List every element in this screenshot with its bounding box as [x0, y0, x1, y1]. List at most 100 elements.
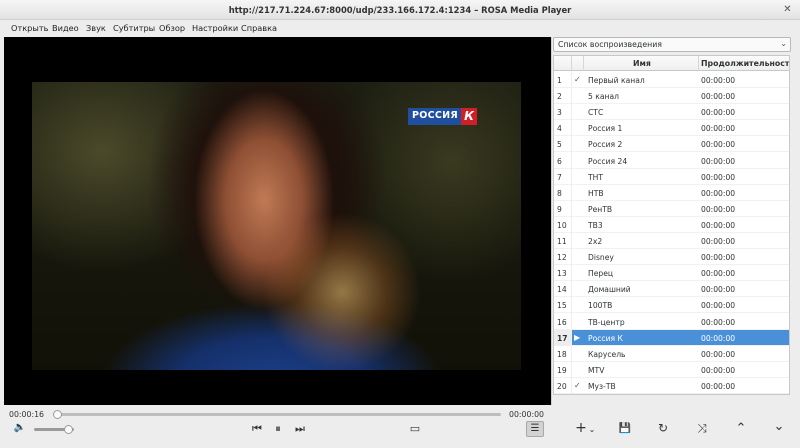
seek-slider[interactable] — [53, 410, 501, 419]
menu-audio[interactable]: Звук — [86, 23, 106, 33]
move-up-icon[interactable]: ⌃ — [734, 422, 748, 436]
playlist-row[interactable]: 3 СТС 00:00:00 — [554, 104, 789, 121]
row-number: 16 — [557, 317, 567, 327]
close-icon[interactable]: ✕ — [781, 3, 794, 16]
playlist-row[interactable]: 11 2x2 00:00:00 — [554, 233, 789, 249]
row-number: 6 — [557, 156, 562, 166]
splitter[interactable] — [551, 37, 552, 405]
playlist-row[interactable]: 16 ТВ-центр 00:00:00 — [554, 314, 789, 330]
menu-open[interactable]: Открыть — [11, 23, 48, 33]
playlist-row[interactable]: 1 ✓ Первый канал 00:00:00 — [554, 72, 789, 88]
row-name: Перец — [588, 269, 614, 279]
row-name: СТС — [588, 108, 604, 118]
menu-video[interactable]: Видео — [52, 23, 79, 33]
menu-settings[interactable]: Настройки — [192, 23, 238, 33]
add-menu-chevron-icon[interactable]: ⌄ — [588, 423, 596, 437]
chevron-down-icon: ⌄ — [780, 39, 787, 48]
media-player-window: http://217.71.224.67:8000/udp/233.166.17… — [0, 0, 800, 448]
playlist-row[interactable]: 7 ТНТ 00:00:00 — [554, 169, 789, 185]
time-elapsed: 00:00:16 — [9, 410, 45, 419]
row-name: 100ТВ — [588, 301, 613, 311]
row-name: ТНТ — [588, 172, 603, 182]
menu-subtitles[interactable]: Субтитры — [113, 23, 155, 33]
menu-help[interactable]: Справка — [241, 23, 277, 33]
row-duration: 00:00:00 — [701, 301, 736, 311]
row-name: Россия 24 — [588, 156, 628, 166]
row-number: 1 — [557, 76, 562, 85]
channel-logo-text: РОССИЯ — [408, 108, 462, 125]
time-total: 00:00:00 — [509, 410, 545, 419]
row-duration: 00:00:00 — [701, 333, 736, 343]
row-number: 14 — [557, 285, 567, 295]
playlist-header: Имя Продолжительность — [554, 56, 789, 71]
column-name-header[interactable]: Имя — [633, 59, 651, 68]
playlist-row[interactable]: 4 Россия 1 00:00:00 — [554, 120, 789, 137]
row-name: ТВ3 — [588, 220, 603, 230]
row-duration: 00:00:00 — [701, 237, 736, 246]
row-number: 4 — [557, 124, 562, 134]
column-duration-header[interactable]: Продолжительность — [701, 59, 789, 68]
row-name: НТВ — [588, 188, 604, 198]
row-duration: 00:00:00 — [701, 76, 736, 85]
playlist-table: Имя Продолжительность 1 ✓ Первый канал 00:0… — [553, 55, 790, 395]
row-number: 17 — [557, 333, 568, 343]
repeat-icon[interactable]: ↻ — [656, 421, 670, 435]
row-name: 2x2 — [588, 237, 603, 246]
save-playlist-icon[interactable]: 💾 — [618, 422, 632, 436]
playlist-row[interactable]: 8 НТВ 00:00:00 — [554, 185, 789, 201]
playlist-row[interactable]: 14 Домашний 00:00:00 — [554, 281, 789, 298]
volume-slider[interactable] — [34, 425, 74, 434]
row-duration: 00:00:00 — [701, 204, 736, 214]
playlist-selector[interactable]: Список воспроизведения ⌄ — [553, 37, 791, 52]
menu-browse[interactable]: Обзор — [159, 23, 185, 33]
move-down-icon[interactable]: ⌄ — [772, 420, 786, 434]
column-separator — [571, 71, 572, 394]
title-bar: http://217.71.224.67:8000/udp/233.166.17… — [0, 0, 800, 20]
row-name: Домашний — [588, 285, 631, 295]
row-name: 5 канал — [588, 92, 619, 102]
playlist-row[interactable]: 19 MTV 00:00:00 — [554, 362, 789, 378]
fullscreen-icon[interactable]: ▭ — [408, 422, 422, 436]
row-status-icon: ▶ — [574, 332, 581, 342]
playlist-row[interactable]: 17 ▶ Россия К 00:00:00 — [554, 329, 789, 346]
row-duration: 00:00:00 — [701, 108, 736, 118]
row-name: Муз-ТВ — [588, 381, 616, 391]
playlist-toggle-icon[interactable]: ☰ — [526, 421, 544, 437]
row-name: ТВ-центр — [588, 317, 625, 327]
row-number: 7 — [557, 172, 562, 182]
playlist-row[interactable]: 2 5 канал 00:00:00 — [554, 88, 789, 105]
playlist-row[interactable]: 9 РенТВ 00:00:00 — [554, 201, 789, 217]
add-icon[interactable]: + — [575, 421, 587, 435]
seek-handle[interactable] — [53, 410, 62, 419]
row-number: 5 — [557, 140, 562, 150]
playlist-row[interactable]: 18 Карусель 00:00:00 — [554, 346, 789, 362]
row-duration: 00:00:00 — [701, 172, 736, 182]
volume-icon[interactable]: 🔈 — [13, 421, 27, 435]
video-area[interactable]: РОССИЯ К — [4, 37, 551, 405]
row-name: Карусель — [588, 349, 626, 359]
row-duration: 00:00:00 — [701, 317, 736, 327]
row-duration: 00:00:00 — [701, 188, 736, 198]
row-name: Disney — [588, 253, 614, 263]
playlist-row[interactable]: 13 Перец 00:00:00 — [554, 265, 789, 282]
channel-logo: РОССИЯ К — [408, 108, 478, 125]
header-separator — [698, 56, 699, 71]
header-separator — [583, 56, 584, 71]
playlist-row[interactable]: 20 ✓ Муз-ТВ 00:00:00 — [554, 378, 789, 394]
next-icon[interactable]: ⏭ — [293, 422, 307, 436]
previous-icon[interactable]: ⏮ — [250, 422, 264, 436]
shuffle-icon[interactable]: ⤨ — [695, 421, 709, 435]
playlist-row[interactable]: 6 Россия 24 00:00:00 — [554, 153, 789, 169]
channel-logo-letter: К — [461, 108, 478, 125]
playlist-row[interactable]: 10 ТВ3 00:00:00 — [554, 217, 789, 233]
volume-handle[interactable] — [64, 425, 73, 434]
playlist-row[interactable]: 15 100ТВ 00:00:00 — [554, 297, 789, 314]
row-number: 9 — [557, 204, 562, 214]
playlist-row[interactable]: 12 Disney 00:00:00 — [554, 249, 789, 266]
row-name: РенТВ — [588, 204, 613, 214]
row-name: MTV — [588, 365, 605, 375]
pause-icon[interactable]: ⏸ — [271, 422, 285, 436]
row-duration: 00:00:00 — [701, 220, 736, 230]
row-duration: 00:00:00 — [701, 156, 736, 166]
playlist-row[interactable]: 5 Россия 2 00:00:00 — [554, 136, 789, 153]
